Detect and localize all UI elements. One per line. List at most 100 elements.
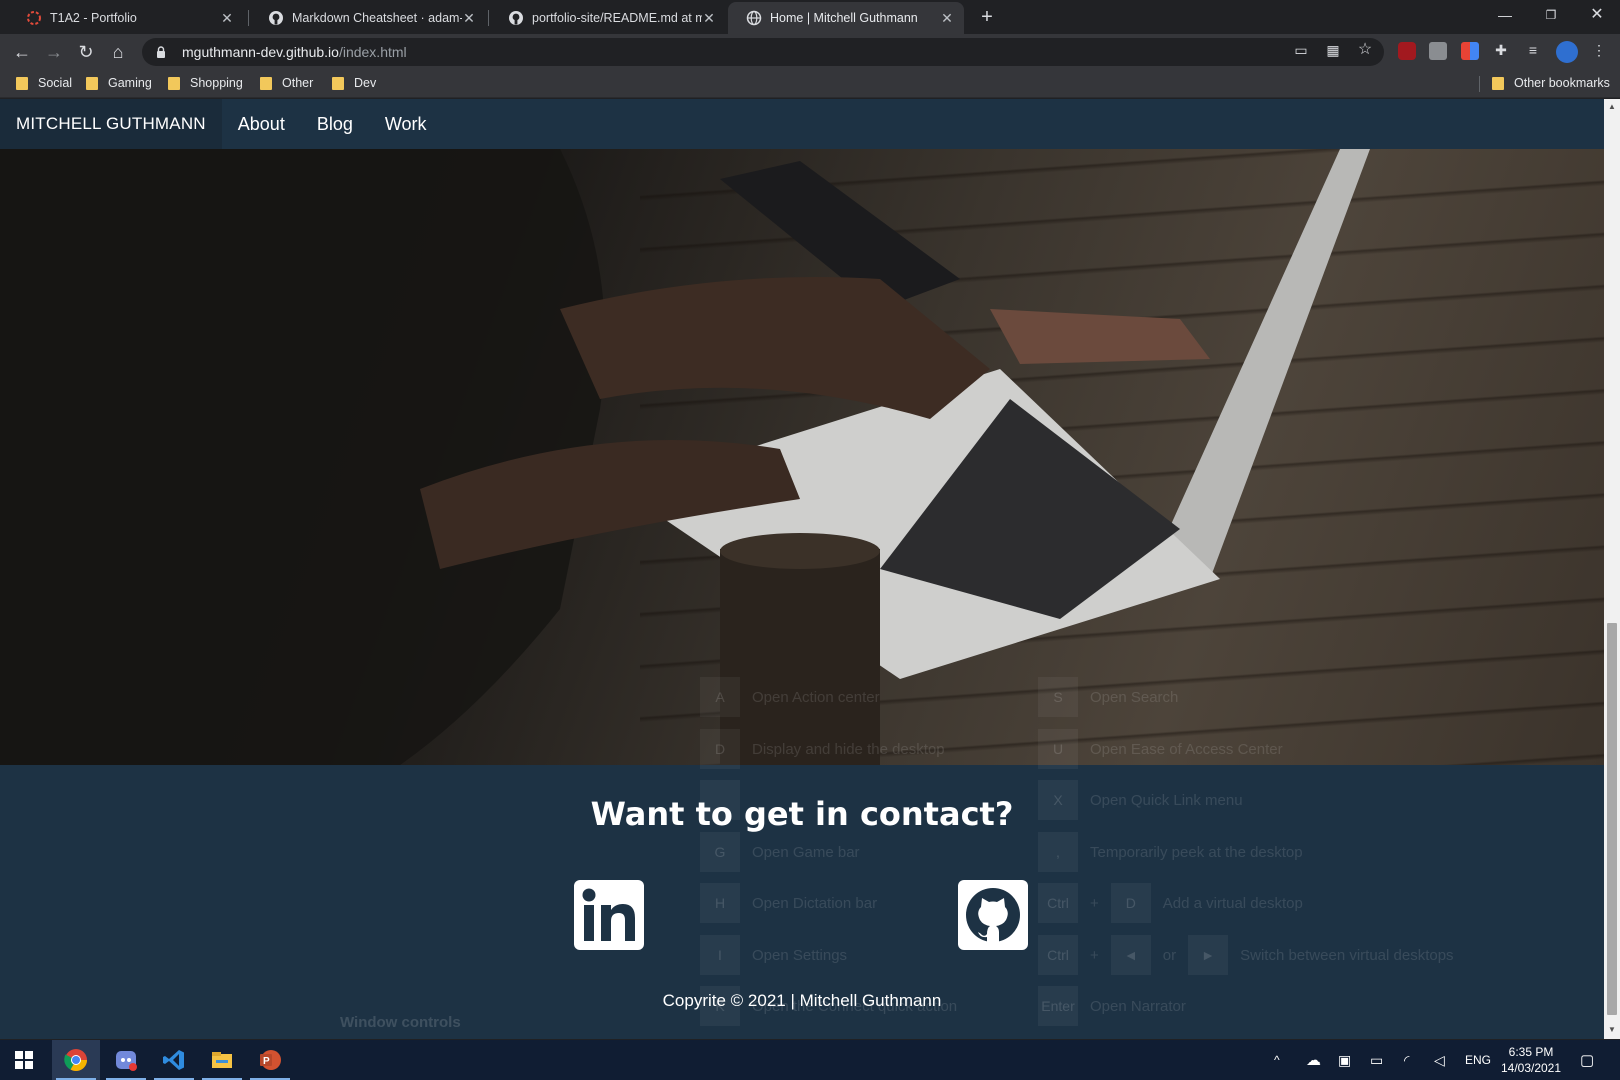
system-clock[interactable]: 6:35 PM 14/03/2021	[1496, 1044, 1566, 1076]
page-scrollbar[interactable]: ▲ ▼	[1604, 99, 1620, 1039]
taskbar-chrome[interactable]	[52, 1040, 100, 1080]
bookmark-folder-shopping[interactable]: Shopping	[168, 76, 243, 90]
nav-link-about[interactable]: About	[222, 99, 301, 149]
taskbar-vscode[interactable]	[150, 1040, 198, 1080]
notifications-icon[interactable]: ▢	[1580, 1040, 1594, 1080]
url-path: /index.html	[338, 44, 407, 60]
address-bar[interactable]: mguthmann-dev.github.io/index.html	[142, 38, 1384, 66]
chrome-icon	[64, 1049, 87, 1071]
github-link[interactable]	[958, 880, 1028, 950]
folder-icon	[16, 76, 28, 90]
other-bookmarks-label: Other bookmarks	[1514, 76, 1610, 90]
show-hidden-icons[interactable]: ^	[1274, 1040, 1280, 1080]
volume-icon[interactable]: ◁	[1434, 1040, 1445, 1080]
svg-text:P: P	[263, 1056, 270, 1067]
tab-title: portfolio-site/README.md at ma	[532, 11, 702, 25]
bookmark-folder-dev[interactable]: Dev	[332, 76, 376, 90]
file-explorer-icon	[212, 1052, 232, 1068]
extension-icon[interactable]	[1429, 42, 1447, 60]
new-tab-button[interactable]: +	[976, 6, 998, 29]
globe-icon	[746, 10, 762, 26]
folder-icon	[260, 76, 272, 90]
url-host: mguthmann-dev.github.io	[182, 44, 339, 60]
bookmarks-bar: Social Gaming Shopping Other Dev Other b…	[0, 70, 1620, 98]
other-bookmarks[interactable]: Other bookmarks	[1492, 76, 1610, 90]
contact-section: Want to get in contact? Copyrite © 2021 …	[0, 765, 1604, 1039]
vscode-icon	[163, 1050, 184, 1070]
restore-button[interactable]: ❐	[1528, 2, 1574, 28]
scroll-down-icon[interactable]: ▼	[1607, 1025, 1617, 1035]
language-indicator[interactable]: ENG	[1465, 1040, 1491, 1080]
bookmark-label: Social	[38, 76, 73, 90]
reload-icon[interactable]: ↻	[74, 40, 98, 64]
github-icon	[269, 11, 283, 25]
profile-avatar[interactable]	[1556, 41, 1578, 63]
site-brand[interactable]: MITCHELL GUTHMANN	[0, 99, 222, 149]
close-tab-icon[interactable]: ✕	[940, 10, 954, 27]
tab-divider	[488, 10, 489, 26]
tab-title: Home | Mitchell Guthmann	[770, 11, 918, 25]
start-button[interactable]	[0, 1040, 48, 1080]
ublock-extension-icon[interactable]	[1398, 42, 1416, 60]
browser-toolbar: ← → ↻ ⌂ mguthmann-dev.github.io/index.ht…	[0, 34, 1620, 70]
battery-icon[interactable]: ▭	[1370, 1040, 1383, 1080]
tab-markdown-cheatsheet[interactable]: Markdown Cheatsheet · adam-p/ ✕	[250, 2, 486, 34]
bookmark-star-icon[interactable]: ☆	[1354, 39, 1376, 61]
scrollbar-thumb[interactable]	[1607, 623, 1617, 1015]
windows-taskbar: P ^ ☁ ▣ ▭ ◜ ◁ ENG 6:35 PM 14/03/2021 ▢	[0, 1040, 1620, 1080]
security-icon[interactable]: ▣	[1338, 1040, 1351, 1080]
nav-link-blog[interactable]: Blog	[301, 99, 369, 149]
taskbar-file-explorer[interactable]	[198, 1040, 246, 1080]
github-icon	[509, 11, 523, 25]
tab-strip: T1A2 - Portfolio ✕ Markdown Cheatsheet ·…	[0, 0, 1620, 34]
scroll-up-icon[interactable]: ▲	[1607, 102, 1617, 112]
onedrive-icon[interactable]: ☁	[1306, 1040, 1321, 1080]
folder-icon	[332, 76, 344, 90]
github-icon	[966, 888, 1020, 942]
minimize-button[interactable]: —	[1482, 2, 1528, 28]
nav-link-work[interactable]: Work	[369, 99, 443, 149]
extensions-puzzle-icon[interactable]: ✚	[1490, 39, 1512, 61]
hero-illustration	[0, 149, 1370, 765]
linkedin-icon	[582, 888, 635, 941]
tab-home-mitchell-guthmann[interactable]: Home | Mitchell Guthmann ✕	[728, 2, 964, 34]
clock-time: 6:35 PM	[1508, 1045, 1554, 1059]
copyright-text: Copyrite © 2021 | Mitchell Guthmann	[662, 991, 942, 1010]
folder-icon	[168, 76, 180, 90]
forward-icon[interactable]: →	[42, 40, 66, 64]
bookmark-folder-social[interactable]: Social	[16, 76, 72, 90]
bookmark-label: Dev	[354, 76, 377, 90]
hero-image-laptop-desk	[0, 149, 1604, 765]
lock-icon	[157, 46, 165, 58]
install-app-icon[interactable]: ▭	[1290, 39, 1312, 61]
tab-title: Markdown Cheatsheet · adam-p/	[292, 11, 462, 25]
bookmark-folder-other[interactable]: Other	[260, 76, 313, 90]
qr-code-icon[interactable]: ▦	[1322, 39, 1344, 61]
discord-icon	[116, 1051, 137, 1071]
taskbar-powerpoint[interactable]: P	[246, 1040, 294, 1080]
close-tab-icon[interactable]: ✕	[462, 10, 476, 27]
close-window-button[interactable]: ✕	[1574, 2, 1620, 28]
tab-divider	[248, 10, 249, 26]
tab-t1a2-portfolio[interactable]: T1A2 - Portfolio ✕	[8, 2, 244, 34]
windows-logo-icon	[15, 1051, 33, 1069]
media-control-icon[interactable]: ≡	[1522, 39, 1544, 61]
close-tab-icon[interactable]: ✕	[220, 10, 234, 27]
bookmark-label: Other	[282, 76, 314, 90]
bookmark-folder-gaming[interactable]: Gaming	[86, 76, 152, 90]
tab-title: T1A2 - Portfolio	[50, 11, 137, 25]
menu-kebab-icon[interactable]: ⋮	[1588, 39, 1610, 61]
color-picker-extension-icon[interactable]	[1461, 42, 1479, 60]
webpage-viewport: MITCHELL GUTHMANN About Blog Work Want t…	[0, 99, 1604, 1039]
loading-spinner-icon	[27, 11, 41, 25]
tab-readme[interactable]: portfolio-site/README.md at ma ✕	[490, 2, 726, 34]
linkedin-link[interactable]	[574, 880, 644, 950]
folder-icon	[1492, 76, 1504, 90]
back-icon[interactable]: ←	[10, 40, 34, 64]
taskbar-discord[interactable]	[102, 1040, 150, 1080]
wifi-icon[interactable]: ◜	[1404, 1040, 1409, 1080]
home-icon[interactable]: ⌂	[106, 40, 130, 64]
bookmarks-divider	[1479, 76, 1480, 92]
close-tab-icon[interactable]: ✕	[702, 10, 716, 27]
site-navbar: MITCHELL GUTHMANN About Blog Work	[0, 99, 1604, 149]
